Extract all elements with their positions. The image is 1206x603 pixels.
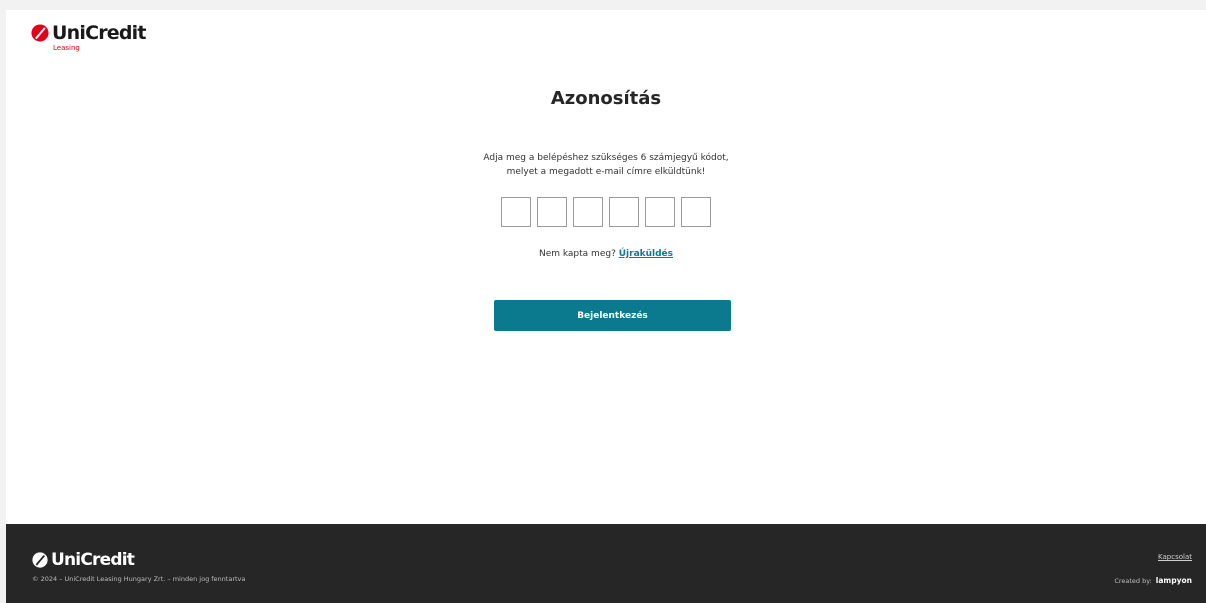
code-digit-2-input[interactable] (537, 197, 567, 227)
logo-subtitle: Leasing (53, 44, 80, 52)
footer: UniCredit © 2024 – UniCredit Leasing Hun… (6, 524, 1206, 603)
contact-link[interactable]: Kapcsolat (1158, 553, 1192, 561)
footer-logo-wordmark: UniCredit (51, 550, 135, 570)
logo-wordmark: UniCredit (52, 22, 146, 44)
logo-row: UniCredit (31, 22, 146, 44)
footer-logo[interactable]: UniCredit (32, 550, 135, 570)
unicredit-leasing-logo[interactable]: UniCredit Leasing (31, 22, 146, 62)
instruction-line-2: melyet a megadott e-mail címre elküldtün… (506, 167, 706, 177)
code-input-group (501, 197, 711, 227)
code-digit-4-input[interactable] (609, 197, 639, 227)
instruction-line-1: Adja meg a belépéshez szükséges 6 számje… (483, 153, 729, 163)
code-digit-5-input[interactable] (645, 197, 675, 227)
unicredit-one-icon (32, 552, 48, 568)
resend-link[interactable]: Újraküldés (619, 249, 673, 259)
resend-row: Nem kapta meg? Újraküldés (6, 249, 1206, 259)
footer-copyright: © 2024 – UniCredit Leasing Hungary Zrt. … (32, 575, 246, 583)
login-button[interactable]: Bejelentkezés (494, 300, 731, 331)
lampyon-logo[interactable]: lampyon (1156, 576, 1192, 585)
code-digit-3-input[interactable] (573, 197, 603, 227)
created-by-label: Created by: (1114, 577, 1152, 585)
page-title: Azonosítás (550, 88, 662, 109)
page: UniCredit Leasing Azonosítás Adja meg a … (6, 10, 1206, 603)
resend-prompt: Nem kapta meg? (538, 249, 616, 259)
code-digit-1-input[interactable] (501, 197, 531, 227)
instruction-text: Adja meg a belépéshez szükséges 6 számje… (6, 151, 1206, 179)
code-digit-6-input[interactable] (681, 197, 711, 227)
unicredit-one-icon (31, 24, 49, 42)
created-by: Created by: lampyon (1114, 576, 1192, 585)
